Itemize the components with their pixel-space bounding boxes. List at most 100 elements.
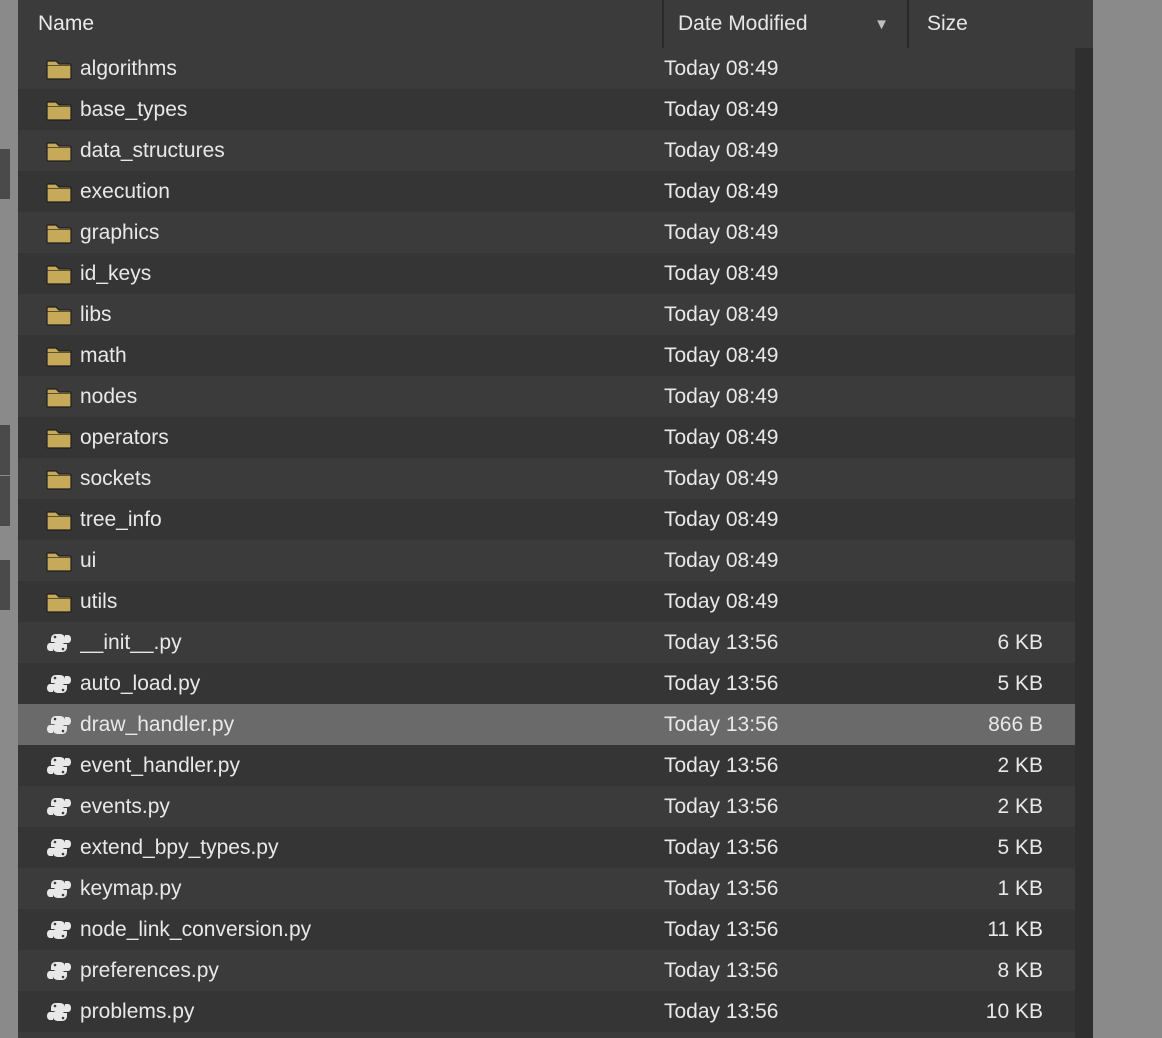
folder-row[interactable]: algorithmsToday 08:49 <box>18 48 1093 89</box>
file-name: nodes <box>80 385 664 409</box>
folder-icon <box>46 427 80 449</box>
python-file-icon <box>46 959 80 983</box>
vertical-scrollbar-track[interactable] <box>1075 48 1093 1038</box>
file-date-modified: Today 08:49 <box>664 262 910 286</box>
file-date-modified: Today 13:56 <box>664 713 910 737</box>
file-date-modified: Today 13:56 <box>664 877 910 901</box>
folder-icon <box>46 591 80 613</box>
file-date-modified: Today 08:49 <box>664 467 910 491</box>
file-name: data_structures <box>80 139 664 163</box>
file-date-modified: Today 08:49 <box>664 385 910 409</box>
folder-icon <box>46 58 80 80</box>
file-name: execution <box>80 180 664 204</box>
python-file-icon <box>46 1000 80 1024</box>
gutter-marker <box>0 425 10 475</box>
file-name: preferences.py <box>80 959 664 983</box>
gutter-marker <box>0 476 10 526</box>
file-date-modified: Today 13:56 <box>664 1000 910 1024</box>
file-name: extend_bpy_types.py <box>80 836 664 860</box>
file-row[interactable]: __init__.pyToday 13:566 KB <box>18 622 1093 663</box>
folder-row[interactable]: nodesToday 08:49 <box>18 376 1093 417</box>
file-size: 2 KB <box>910 795 1073 819</box>
folder-icon <box>46 304 80 326</box>
folder-icon <box>46 140 80 162</box>
file-date-modified: Today 08:49 <box>664 303 910 327</box>
file-date-modified: Today 08:49 <box>664 139 910 163</box>
file-date-modified: Today 08:49 <box>664 508 910 532</box>
python-file-icon <box>46 631 80 655</box>
file-row[interactable]: node_link_conversion.pyToday 13:5611 KB <box>18 909 1093 950</box>
folder-row[interactable]: data_structuresToday 08:49 <box>18 130 1093 171</box>
file-row[interactable]: keymap.pyToday 13:561 KB <box>18 868 1093 909</box>
file-date-modified: Today 13:56 <box>664 836 910 860</box>
folder-icon <box>46 509 80 531</box>
folder-row[interactable]: graphicsToday 08:49 <box>18 212 1093 253</box>
file-row[interactable]: problems.pyToday 13:5610 KB <box>18 991 1093 1032</box>
file-date-modified: Today 08:49 <box>664 590 910 614</box>
file-name: event_handler.py <box>80 754 664 778</box>
folder-row[interactable]: executionToday 08:49 <box>18 171 1093 212</box>
file-date-modified: Today 08:49 <box>664 57 910 81</box>
file-row[interactable]: preferences.pyToday 13:568 KB <box>18 950 1093 991</box>
folder-row[interactable]: operatorsToday 08:49 <box>18 417 1093 458</box>
folder-icon <box>46 386 80 408</box>
file-row[interactable]: extend_bpy_types.pyToday 13:565 KB <box>18 827 1093 868</box>
folder-icon <box>46 99 80 121</box>
folder-row[interactable]: uiToday 08:49 <box>18 540 1093 581</box>
file-list: algorithmsToday 08:49base_typesToday 08:… <box>18 48 1093 1032</box>
sort-descending-icon: ▼ <box>874 16 889 33</box>
folder-row[interactable]: base_typesToday 08:49 <box>18 89 1093 130</box>
file-row[interactable]: event_handler.pyToday 13:562 KB <box>18 745 1093 786</box>
folder-icon <box>46 181 80 203</box>
file-size: 6 KB <box>910 631 1073 655</box>
file-row[interactable]: events.pyToday 13:562 KB <box>18 786 1093 827</box>
python-file-icon <box>46 672 80 696</box>
folder-row[interactable]: mathToday 08:49 <box>18 335 1093 376</box>
folder-row[interactable]: tree_infoToday 08:49 <box>18 499 1093 540</box>
python-file-icon <box>46 713 80 737</box>
file-date-modified: Today 08:49 <box>664 344 910 368</box>
file-date-modified: Today 13:56 <box>664 672 910 696</box>
column-header-date[interactable]: Date Modified ▼ <box>662 0 907 48</box>
file-size: 11 KB <box>910 918 1073 942</box>
file-browser-panel: Name Date Modified ▼ Size algorithmsToda… <box>18 0 1093 1038</box>
file-row[interactable]: draw_handler.pyToday 13:56866 B <box>18 704 1093 745</box>
file-size: 866 B <box>910 713 1073 737</box>
python-file-icon <box>46 918 80 942</box>
file-name: ui <box>80 549 664 573</box>
folder-row[interactable]: utilsToday 08:49 <box>18 581 1093 622</box>
folder-row[interactable]: socketsToday 08:49 <box>18 458 1093 499</box>
right-background-pad <box>1093 0 1162 1038</box>
column-header-size[interactable]: Size <box>907 0 1093 48</box>
gutter-marker <box>0 560 10 610</box>
column-header-row: Name Date Modified ▼ Size <box>18 0 1093 48</box>
file-name: graphics <box>80 221 664 245</box>
file-name: sockets <box>80 467 664 491</box>
file-name: utils <box>80 590 664 614</box>
file-name: draw_handler.py <box>80 713 664 737</box>
folder-icon <box>46 468 80 490</box>
file-date-modified: Today 08:49 <box>664 549 910 573</box>
file-name: keymap.py <box>80 877 664 901</box>
file-name: tree_info <box>80 508 664 532</box>
file-date-modified: Today 13:56 <box>664 754 910 778</box>
python-file-icon <box>46 877 80 901</box>
file-size: 1 KB <box>910 877 1073 901</box>
folder-row[interactable]: libsToday 08:49 <box>18 294 1093 335</box>
file-row[interactable]: auto_load.pyToday 13:565 KB <box>18 663 1093 704</box>
file-date-modified: Today 13:56 <box>664 631 910 655</box>
file-name: __init__.py <box>80 631 664 655</box>
file-name: auto_load.py <box>80 672 664 696</box>
file-name: math <box>80 344 664 368</box>
gutter-marker <box>0 149 10 199</box>
python-file-icon <box>46 754 80 778</box>
folder-icon <box>46 550 80 572</box>
file-name: id_keys <box>80 262 664 286</box>
file-date-modified: Today 08:49 <box>664 426 910 450</box>
file-name: node_link_conversion.py <box>80 918 664 942</box>
file-name: algorithms <box>80 57 664 81</box>
file-date-modified: Today 08:49 <box>664 221 910 245</box>
file-size: 10 KB <box>910 1000 1073 1024</box>
folder-row[interactable]: id_keysToday 08:49 <box>18 253 1093 294</box>
column-header-name[interactable]: Name <box>18 12 662 36</box>
